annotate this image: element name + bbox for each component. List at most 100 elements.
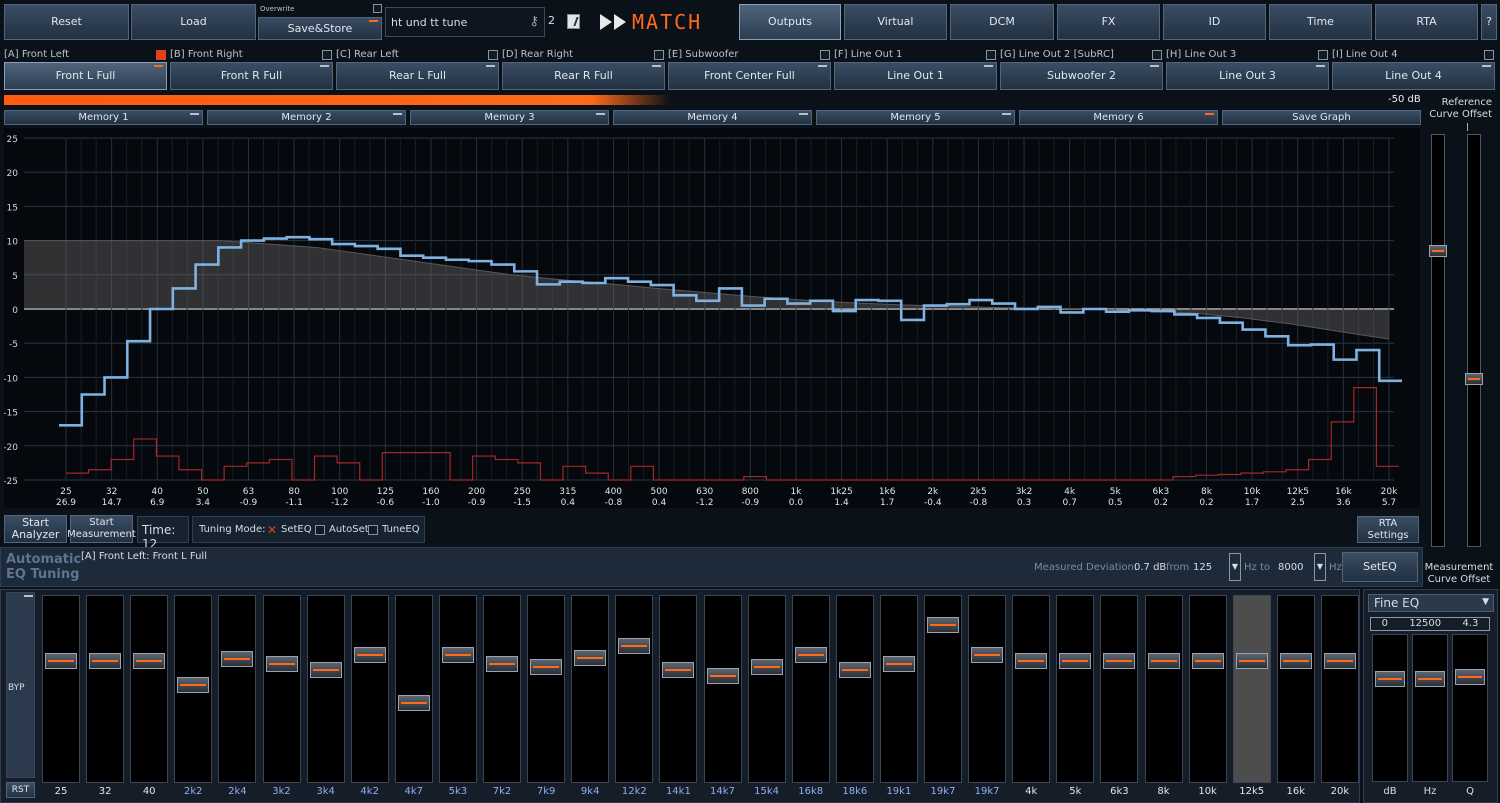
channel-button-1[interactable]: Front R Full: [170, 62, 333, 90]
eq-fader-knob[interactable]: [45, 653, 77, 669]
eq-fader-16[interactable]: [747, 595, 786, 783]
eq-fader-knob[interactable]: [750, 659, 783, 675]
eq-fader-knob[interactable]: [441, 647, 474, 663]
eq-fader-knob[interactable]: [1015, 653, 1048, 669]
channel-checkbox-3[interactable]: [654, 50, 664, 60]
overwrite-checkbox[interactable]: [373, 4, 382, 13]
to-dropdown[interactable]: ▼: [1314, 553, 1326, 581]
eq-fader-14[interactable]: [659, 595, 698, 783]
eq-fader-knob[interactable]: [1279, 653, 1312, 669]
autoset-checkbox[interactable]: [315, 525, 325, 535]
eq-fader-7[interactable]: [350, 595, 389, 783]
eq-fader-knob[interactable]: [89, 653, 122, 669]
channel-checkbox-5[interactable]: [986, 50, 996, 60]
eq-fader-knob[interactable]: [486, 656, 518, 672]
eq-fader-knob[interactable]: [927, 617, 959, 633]
fine-eq-db-knob[interactable]: [1375, 671, 1405, 687]
eq-fader-knob[interactable]: [1235, 653, 1268, 669]
eq-fader-knob[interactable]: [794, 647, 827, 663]
eq-fader-knob[interactable]: [574, 650, 607, 666]
channel-button-2[interactable]: Rear L Full: [336, 62, 499, 90]
channel-checkbox-8[interactable]: [1484, 50, 1494, 60]
eq-fader-27[interactable]: [1232, 595, 1271, 783]
channel-button-5[interactable]: Line Out 1: [834, 62, 997, 90]
save-graph-button[interactable]: Save Graph: [1222, 110, 1421, 125]
eq-fader-4[interactable]: [218, 595, 257, 783]
fine-eq-q-knob[interactable]: [1455, 669, 1485, 685]
edit-icon[interactable]: [567, 14, 580, 29]
channel-button-8[interactable]: Line Out 4: [1332, 62, 1495, 90]
eq-fader-20[interactable]: [924, 595, 962, 783]
eq-fader-knob[interactable]: [971, 647, 1004, 663]
eq-fader-2[interactable]: [130, 595, 169, 783]
eq-fader-13[interactable]: [615, 595, 654, 783]
eq-fader-knob[interactable]: [1147, 653, 1180, 669]
channel-button-4[interactable]: Front Center Full: [668, 62, 831, 90]
channel-checkbox-4[interactable]: [820, 50, 830, 60]
eq-fader-15[interactable]: [703, 595, 742, 783]
eq-fader-knob[interactable]: [397, 695, 430, 711]
eq-fader-knob[interactable]: [618, 638, 651, 654]
eq-fader-28[interactable]: [1276, 595, 1315, 783]
fine-eq-db-fader[interactable]: [1372, 634, 1408, 782]
tab-id[interactable]: ID: [1163, 4, 1266, 40]
eq-fader-knob[interactable]: [838, 662, 871, 678]
reset-button[interactable]: Reset: [4, 4, 129, 40]
fine-eq-q-fader[interactable]: [1452, 634, 1488, 782]
eq-fader-knob[interactable]: [882, 656, 915, 672]
start-analyzer-button[interactable]: Start Analyzer: [4, 515, 67, 543]
eq-fader-9[interactable]: [438, 595, 477, 783]
eq-fader-18[interactable]: [835, 595, 874, 783]
tab-virtual[interactable]: Virtual: [844, 4, 947, 40]
tab-time[interactable]: Time: [1269, 4, 1372, 40]
eq-fader-6[interactable]: [306, 595, 345, 783]
reference-offset-slider[interactable]: [1429, 134, 1447, 547]
eq-fader-24[interactable]: [1100, 595, 1139, 783]
memory-button-4[interactable]: Memory 4: [613, 110, 812, 125]
eq-fader-knob[interactable]: [353, 647, 386, 663]
start-measurement-button[interactable]: Start Measurement: [67, 515, 136, 543]
channel-checkbox-2[interactable]: [488, 50, 498, 60]
channel-checkbox-7[interactable]: [1318, 50, 1328, 60]
rta-settings-button[interactable]: RTA Settings: [1357, 516, 1419, 543]
fine-eq-dropdown[interactable]: Fine EQ ▼: [1368, 594, 1494, 612]
eq-fader-5[interactable]: [262, 595, 301, 783]
eq-fader-17[interactable]: [791, 595, 830, 783]
channel-checkbox-0[interactable]: [156, 50, 166, 60]
eq-fader-11[interactable]: [527, 595, 566, 783]
load-button[interactable]: Load: [131, 4, 256, 40]
channel-button-6[interactable]: Subwoofer 2: [1000, 62, 1163, 90]
preset-name-field[interactable]: ht und tt tune ⚷: [385, 7, 545, 37]
memory-button-6[interactable]: Memory 6: [1019, 110, 1218, 125]
eq-fader-knob[interactable]: [1103, 653, 1136, 669]
eq-fader-knob[interactable]: [177, 677, 210, 693]
eq-fader-knob[interactable]: [530, 659, 563, 675]
tab-help[interactable]: ?: [1481, 4, 1497, 40]
channel-button-0[interactable]: Front L Full: [4, 62, 167, 90]
memory-button-2[interactable]: Memory 2: [207, 110, 406, 125]
eq-fader-21[interactable]: [968, 595, 1007, 783]
rst-button[interactable]: RST: [6, 782, 35, 798]
tab-outputs[interactable]: Outputs: [739, 4, 841, 40]
tuneEQ-checkbox[interactable]: [368, 525, 378, 535]
eq-fader-26[interactable]: [1188, 595, 1227, 783]
measurement-offset-slider[interactable]: [1465, 134, 1483, 547]
frequency-response-graph[interactable]: 25 20 15 10 5 0 -5 -10 -15 -20 -25 25 26.9 32 14.7 40 6.…: [3, 128, 1420, 508]
tab-fx[interactable]: FX: [1057, 4, 1160, 40]
eq-fader-knob[interactable]: [706, 668, 739, 684]
memory-button-3[interactable]: Memory 3: [410, 110, 609, 125]
reference-offset-knob[interactable]: [1429, 244, 1447, 257]
eq-fader-knob[interactable]: [1059, 653, 1092, 669]
eq-fader-knob[interactable]: [1191, 653, 1224, 669]
eq-fader-knob[interactable]: [309, 662, 342, 678]
set-eq-button[interactable]: SetEQ: [1342, 552, 1418, 582]
channel-button-7[interactable]: Line Out 3: [1166, 62, 1329, 90]
channel-button-3[interactable]: Rear R Full: [502, 62, 665, 90]
tab-dcm[interactable]: DCM: [950, 4, 1054, 40]
channel-checkbox-6[interactable]: [1152, 50, 1162, 60]
fine-eq-hz-knob[interactable]: [1415, 671, 1445, 687]
eq-fader-1[interactable]: [86, 595, 125, 783]
eq-fader-19[interactable]: [879, 595, 918, 783]
eq-fader-10[interactable]: [483, 595, 521, 783]
setEQ-checkbox[interactable]: ✕: [267, 523, 277, 537]
